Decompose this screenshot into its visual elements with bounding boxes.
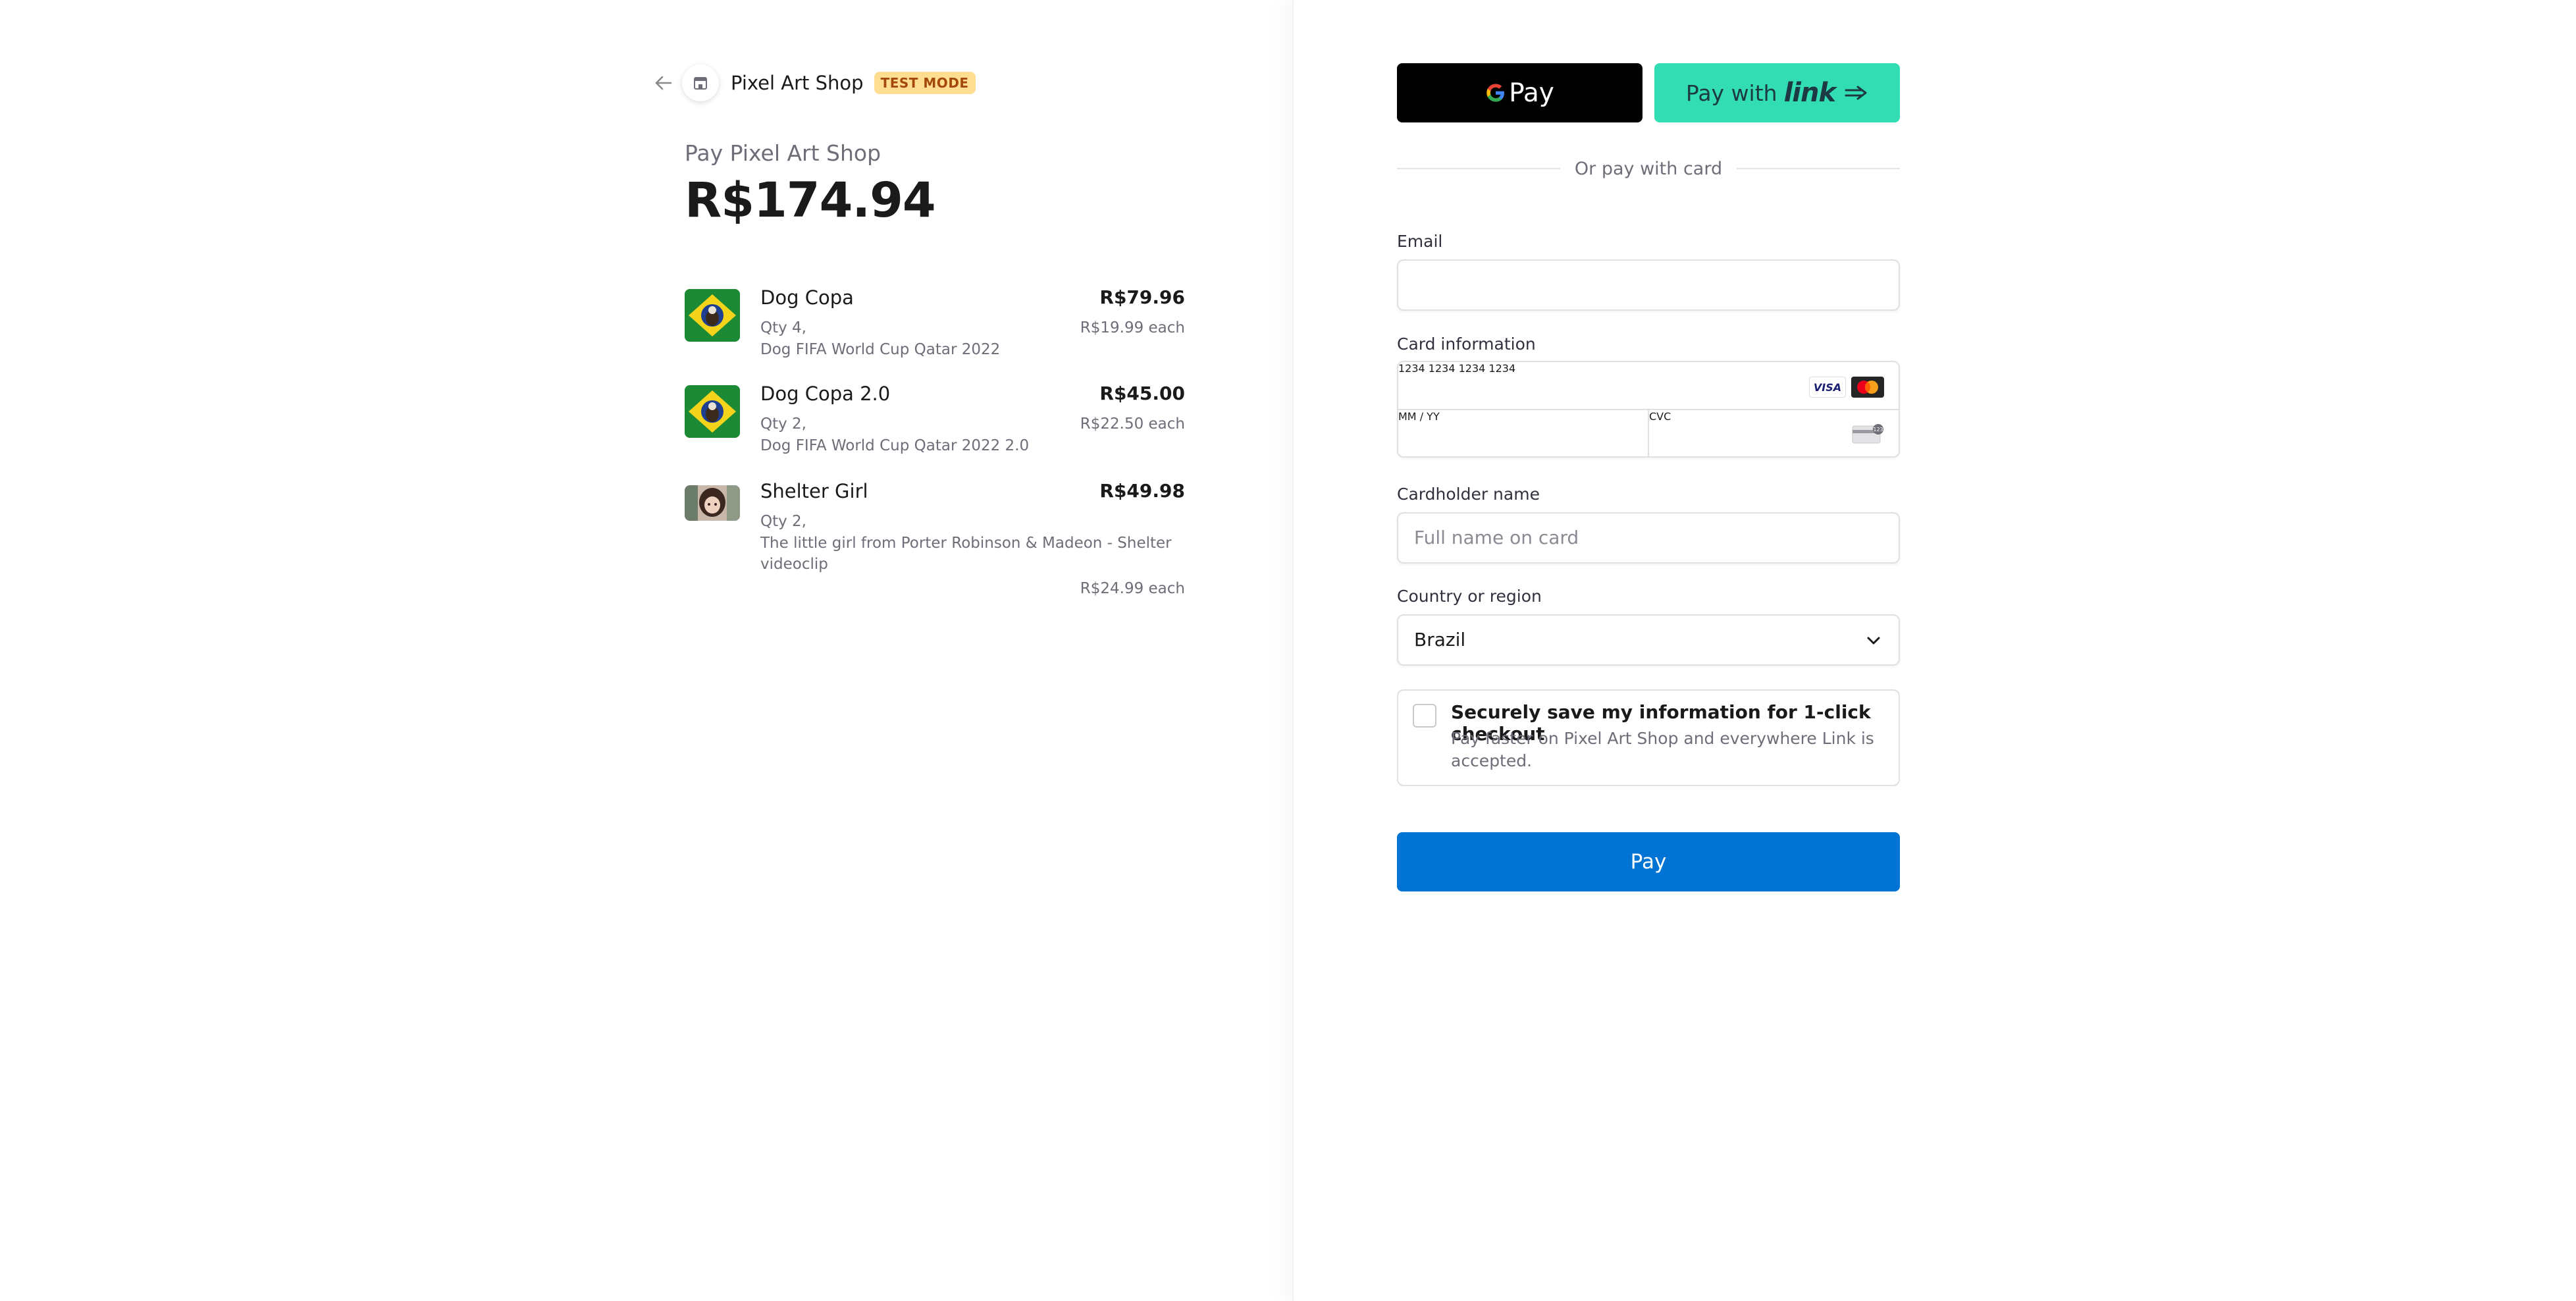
item-quantity: Qty 4, [760, 319, 806, 336]
pay-merchant-label: Pay Pixel Art Shop [685, 140, 881, 166]
item-unit-price: R$22.50 each [1080, 415, 1185, 433]
card-information-label: Card information [1397, 334, 1536, 354]
pay-button[interactable]: Pay [1397, 832, 1900, 891]
chevron-down-icon [1867, 637, 1880, 645]
or-divider: Or pay with card [1397, 157, 1901, 180]
wallet-buttons: Pay Pay with link [1397, 63, 1900, 122]
item-unit-price: R$24.99 each [1080, 580, 1185, 597]
save-info-panel: Securely save my information for 1-click… [1397, 689, 1900, 786]
save-info-subtitle: Pay faster on Pixel Art Shop and everywh… [1451, 729, 1874, 770]
cardholder-placeholder: Full name on card [1414, 527, 1579, 548]
item-description: Dog FIFA World Cup Qatar 2022 2.0 [760, 437, 1030, 454]
item-quantity: Qty 2, [760, 513, 806, 530]
item-thumbnail [685, 289, 740, 342]
email-label: Email [1397, 232, 1443, 251]
merchant-header: Pixel Art Shop TEST MODE [652, 65, 976, 101]
item-name: Shelter Girl [760, 480, 868, 502]
item-unit-price: R$19.99 each [1080, 319, 1185, 336]
link-logo: link [1783, 78, 1836, 108]
google-pay-label: Pay [1509, 78, 1554, 108]
or-pay-with-card-text: Or pay with card [1574, 158, 1723, 179]
item-price: R$79.96 [1099, 286, 1185, 308]
cvc-card-icon: 123 [1852, 424, 1883, 444]
expiry-field[interactable]: MM / YY [1398, 410, 1648, 458]
item-price: R$45.00 [1099, 383, 1185, 404]
cvc-field[interactable]: CVC 123 [1649, 410, 1899, 458]
list-item: Dog Copa 2.0 R$45.00 Qty 2, R$22.50 each… [685, 383, 1185, 480]
divider-line [1737, 168, 1901, 169]
total-amount: R$174.94 [685, 173, 936, 228]
svg-text:123: 123 [1873, 427, 1883, 433]
shop-logo-icon [682, 65, 719, 101]
pay-with-link-button[interactable]: Pay with link [1654, 63, 1900, 122]
item-price: R$49.98 [1099, 480, 1185, 502]
cardholder-name-field[interactable]: Full name on card [1397, 512, 1900, 564]
item-thumbnail [685, 485, 740, 521]
card-number-placeholder: 1234 1234 1234 1234 [1398, 362, 1516, 375]
divider-line [1397, 168, 1560, 169]
item-thumbnail [685, 385, 740, 438]
google-pay-button[interactable]: Pay [1397, 63, 1643, 122]
country-label: Country or region [1397, 587, 1542, 606]
test-mode-badge: TEST MODE [874, 72, 976, 94]
line-items-list: Dog Copa R$79.96 Qty 4, R$19.99 each Dog… [685, 286, 1185, 598]
item-description: Dog FIFA World Cup Qatar 2022 [760, 341, 1001, 358]
item-name: Dog Copa 2.0 [760, 383, 891, 405]
list-item: Dog Copa R$79.96 Qty 4, R$19.99 each Dog… [685, 286, 1185, 383]
item-name: Dog Copa [760, 286, 854, 309]
visa-icon: VISA [1809, 377, 1846, 398]
save-info-checkbox[interactable] [1413, 704, 1436, 728]
card-expiry-cvc-row: MM / YY CVC 123 [1398, 410, 1899, 458]
country-select[interactable]: Brazil [1397, 614, 1900, 666]
list-item: Shelter Girl R$49.98 Qty 2, The little g… [685, 480, 1185, 598]
expiry-placeholder: MM / YY [1398, 410, 1440, 423]
item-description: The little girl from Porter Robinson & M… [760, 535, 1172, 573]
card-number-field[interactable]: 1234 1234 1234 1234 VISA [1398, 362, 1899, 410]
cvc-placeholder: CVC [1649, 410, 1671, 423]
item-quantity: Qty 2, [760, 415, 806, 433]
back-arrow-icon[interactable] [652, 71, 675, 95]
shop-name: Pixel Art Shop [731, 72, 864, 94]
country-value: Brazil [1414, 629, 1466, 650]
order-summary-panel: Pixel Art Shop TEST MODE Pay Pixel Art S… [0, 0, 1292, 1301]
cardholder-name-label: Cardholder name [1397, 485, 1540, 504]
link-button-label: Pay with [1685, 80, 1777, 106]
mastercard-icon [1851, 377, 1884, 398]
arrow-right-icon [1845, 86, 1867, 100]
google-g-icon [1486, 84, 1505, 102]
email-field[interactable] [1397, 259, 1900, 311]
card-information-group: 1234 1234 1234 1234 VISA MM / YY CVC 123 [1397, 361, 1900, 458]
